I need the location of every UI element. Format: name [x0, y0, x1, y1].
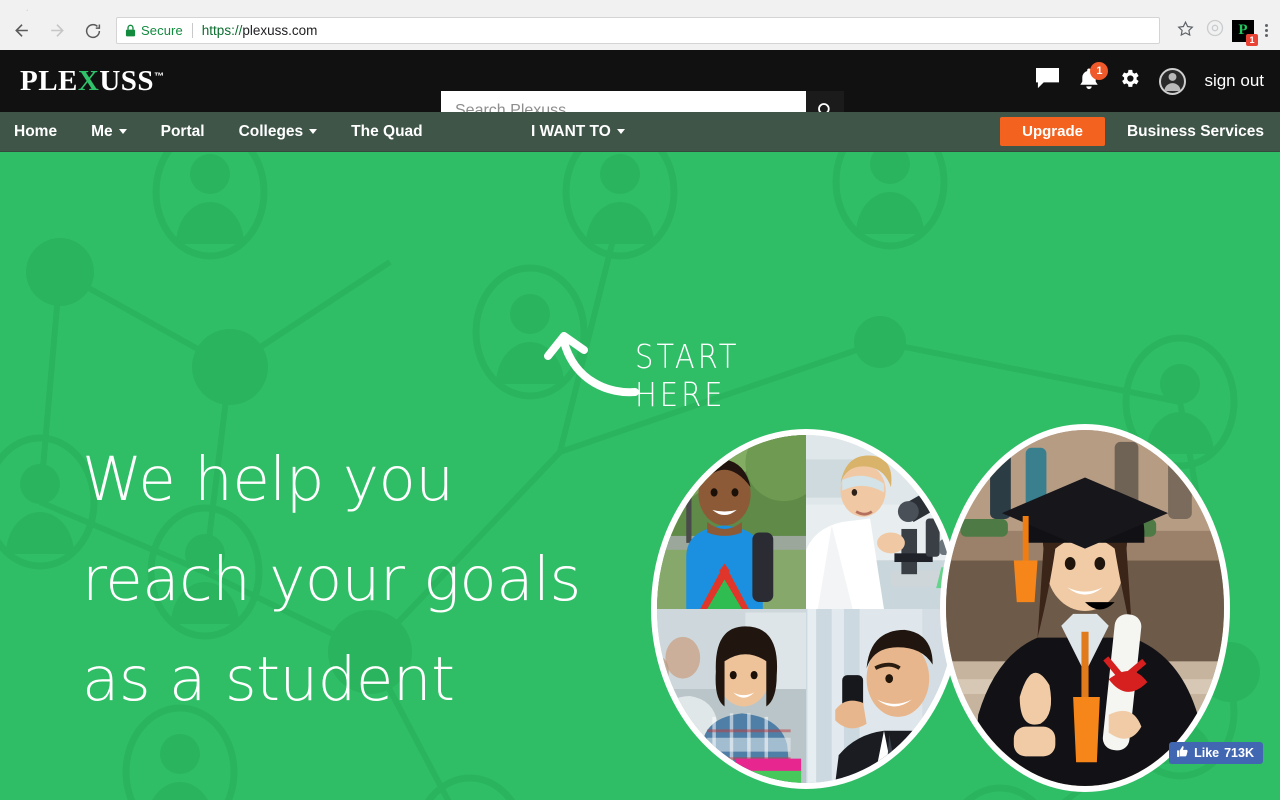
reload-icon — [84, 22, 102, 40]
plexuss-extension-button[interactable]: P 1 — [1232, 19, 1258, 46]
curved-arrow-up-left-icon — [544, 332, 639, 397]
browser-chrome: Secure https://plexuss.com P 1 — [0, 0, 1280, 50]
hero-section: START HERE We help you reach your goals … — [0, 152, 1280, 800]
photo-scientist-microscope — [806, 435, 955, 609]
nav-item-home[interactable]: Home — [14, 123, 57, 141]
url-host: plexuss.com — [242, 23, 318, 38]
nav-item-portal[interactable]: Portal — [161, 123, 205, 141]
student-photo-collage — [651, 429, 961, 789]
logo-trademark: ™ — [154, 70, 165, 82]
messages-button[interactable] — [1035, 67, 1060, 95]
nav-item-colleges[interactable]: Colleges — [239, 123, 318, 141]
nav-item-label: Colleges — [238, 122, 304, 140]
facebook-like-button[interactable]: Like 713K — [1169, 742, 1263, 764]
url-text: https://plexuss.com — [202, 23, 318, 38]
lock-icon — [125, 24, 136, 37]
reload-button[interactable] — [78, 16, 108, 46]
address-bar-container: Secure https://plexuss.com — [116, 17, 1160, 44]
back-arrow-icon — [12, 21, 31, 40]
upgrade-button[interactable]: Upgrade — [1000, 117, 1105, 146]
facebook-like-count: 713K — [1224, 746, 1254, 760]
browser-toolbar-right: P 1 — [1170, 16, 1280, 46]
url-scheme: https:// — [201, 23, 243, 38]
settings-button[interactable] — [1118, 67, 1141, 95]
thumbs-up-icon — [1176, 745, 1189, 761]
browser-toolbar: Secure https://plexuss.com P 1 — [0, 11, 1280, 50]
nav-item-label: The Quad — [351, 122, 423, 140]
logo-text-x: X — [77, 64, 100, 97]
star-icon — [1176, 20, 1194, 42]
photo-student-books — [657, 609, 806, 783]
chevron-down-icon — [616, 129, 625, 134]
back-button[interactable] — [6, 16, 36, 46]
site-header: PLEXUSS™ Search Plexuss.. 1 sign out — [0, 50, 1280, 131]
secure-label: Secure — [141, 23, 183, 38]
photo-graduate-diploma — [940, 424, 1230, 792]
sign-out-link[interactable]: sign out — [1204, 71, 1264, 91]
browser-menu-button[interactable] — [1258, 24, 1274, 37]
omnibox-divider — [191, 23, 193, 38]
main-navigation-bar: Home Me Portal Colleges The Quad I WANT … — [0, 112, 1280, 152]
three-dots-menu-icon — [1264, 24, 1268, 27]
notifications-button[interactable]: 1 — [1078, 61, 1109, 96]
forward-arrow-icon — [48, 21, 67, 40]
start-here-label: START HERE — [635, 337, 740, 415]
browser-tab-active[interactable] — [130, 0, 530, 11]
nav-item-the-quad[interactable]: The Quad — [351, 123, 422, 141]
tab-strip — [0, 0, 1280, 11]
facebook-like-label: Like — [1194, 746, 1220, 760]
hero-headline: We help you reach your goals as a studen… — [82, 444, 581, 715]
browser-tab-inactive[interactable] — [0, 0, 28, 11]
address-bar[interactable]: Secure https://plexuss.com — [116, 17, 1160, 44]
start-here-annotation: START HERE — [540, 320, 800, 414]
nav-item-label: Portal — [160, 122, 205, 140]
profile-circle-icon — [1205, 18, 1225, 43]
nav-item-label: I WANT TO — [531, 122, 611, 140]
chat-bubble-icon — [1035, 67, 1060, 95]
photo-student-campus — [657, 435, 806, 609]
plexuss-logo[interactable]: PLEXUSS™ — [20, 65, 200, 98]
user-avatar-button[interactable] — [1159, 67, 1187, 95]
nav-right-items: Upgrade Business Services — [1000, 117, 1264, 146]
photo-businessman-phone — [806, 609, 955, 783]
bookmark-button[interactable] — [1170, 16, 1200, 46]
profile-button[interactable] — [1200, 16, 1230, 46]
gear-icon — [1118, 67, 1141, 95]
logo-text-after: USS — [99, 64, 155, 97]
nav-item-me[interactable]: Me — [91, 123, 127, 141]
forward-button[interactable] — [42, 16, 72, 46]
nav-item-business-services[interactable]: Business Services — [1127, 123, 1264, 141]
logo-text-before: PLE — [20, 64, 78, 97]
chevron-down-icon — [118, 129, 127, 134]
nav-item-label: Me — [91, 122, 113, 140]
extension-badge: 1 — [1246, 33, 1258, 46]
nav-item-i-want-to[interactable]: I WANT TO — [531, 123, 625, 141]
nav-left-items: Home Me Portal Colleges The Quad — [0, 123, 457, 141]
user-avatar-icon — [1159, 67, 1187, 95]
collage-grid — [657, 435, 955, 783]
nav-item-label: Home — [14, 122, 58, 140]
notification-count-badge: 1 — [1090, 61, 1109, 80]
header-right-actions: 1 sign out — [1035, 50, 1264, 112]
chevron-down-icon — [309, 129, 318, 134]
